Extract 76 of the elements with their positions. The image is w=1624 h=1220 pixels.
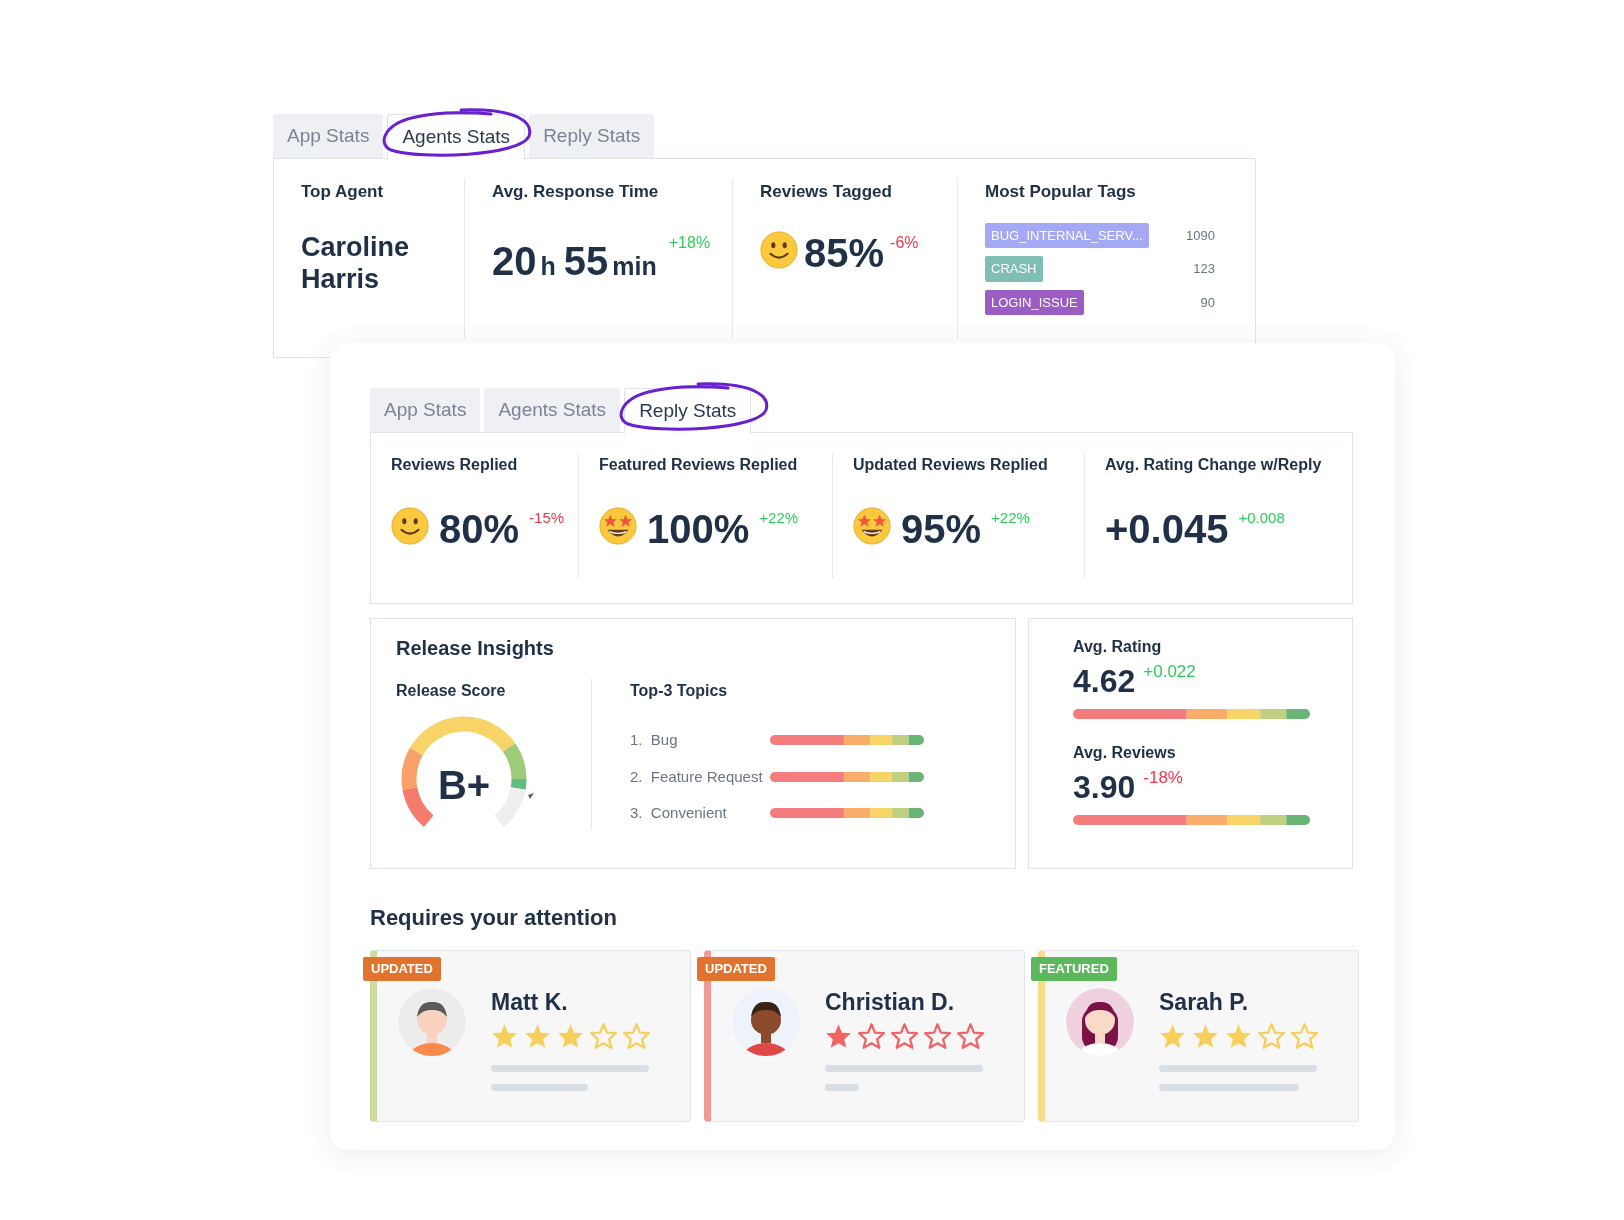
- filled-star-icon: [1159, 1023, 1186, 1049]
- stat-label: Most Popular Tags: [985, 181, 1137, 203]
- change-value: +0.022: [1143, 661, 1196, 683]
- tab[interactable]: Agents Stats: [484, 388, 621, 432]
- reviewer-name: Christian D.: [825, 988, 956, 1017]
- status-label: UPDATED: [697, 957, 775, 981]
- change-value: -6%: [890, 232, 919, 253]
- empty-star-icon: [590, 1023, 617, 1049]
- tag: CRASH: [985, 256, 1043, 282]
- empty-star-icon: [957, 1023, 984, 1049]
- stat-label: Reviews Tagged: [760, 181, 893, 203]
- filled-star-icon: [491, 1023, 518, 1049]
- section-label: Top-3 Topics: [630, 681, 729, 701]
- smiley-icon: [760, 230, 798, 269]
- tab[interactable]: App Stats: [273, 114, 384, 158]
- status-label: UPDATED: [363, 957, 441, 981]
- filled-star-icon: [1192, 1023, 1219, 1049]
- tag-count: 90: [1200, 293, 1215, 312]
- panel-title: Release Insights: [396, 636, 555, 661]
- stat-label: Avg. Rating: [1073, 637, 1163, 657]
- topic-label: 1. Bug: [630, 730, 679, 750]
- change-value: +22%: [991, 508, 1030, 528]
- tag-count: 123: [1193, 260, 1215, 278]
- change-value: +0.008: [1238, 508, 1285, 528]
- stat-value: 95%: [901, 507, 982, 551]
- tab[interactable]: Reply Stats: [529, 114, 655, 158]
- empty-star-icon: [858, 1023, 885, 1049]
- empty-star-icon: [623, 1023, 650, 1049]
- status-label: FEATURED: [1031, 957, 1117, 981]
- tag: LOGIN_ISSUE: [985, 289, 1084, 315]
- star-eyes-emoji-icon: [853, 507, 891, 545]
- change-value: +18%: [668, 232, 711, 253]
- tag-count: 1090: [1186, 226, 1215, 245]
- section-label: Release Score: [396, 681, 507, 701]
- reviewer-name: Sarah P.: [1159, 988, 1250, 1017]
- change-value: -15%: [529, 508, 565, 528]
- stat-label: Updated Reviews Replied: [853, 455, 1049, 475]
- stat-value: 100%: [647, 507, 750, 551]
- section-title: Requires your attention: [370, 904, 618, 932]
- avatar-icon: [1065, 987, 1135, 1057]
- smiley-icon: [391, 507, 429, 545]
- time-value: 20: [492, 237, 537, 285]
- stat-value: 3.90: [1073, 768, 1136, 807]
- agent-name: Caroline Harris: [301, 230, 411, 295]
- tab[interactable]: App Stats: [370, 388, 481, 432]
- empty-star-icon: [1291, 1023, 1318, 1049]
- empty-star-icon: [1258, 1023, 1285, 1049]
- empty-star-icon: [891, 1023, 918, 1049]
- topic-label: 2. Feature Request: [630, 766, 764, 787]
- tag: BUG_INTERNAL_SERV...: [985, 222, 1149, 248]
- time-value: 55: [563, 237, 609, 285]
- time-unit: h: [540, 250, 556, 282]
- stat-label: Featured Reviews Replied: [599, 455, 799, 475]
- empty-star-icon: [924, 1023, 951, 1049]
- release-grade: B+: [436, 762, 492, 809]
- change-value: -18%: [1143, 767, 1183, 789]
- change-value: +22%: [759, 508, 799, 528]
- stat-label: Top Agent: [301, 181, 385, 203]
- avatar-icon: [397, 987, 467, 1057]
- topic-label: 3. Convenient: [630, 803, 728, 823]
- filled-star-icon: [557, 1023, 584, 1049]
- filled-star-icon: [825, 1023, 852, 1049]
- stat-value: +0.045: [1105, 507, 1229, 551]
- stat-value: 80%: [439, 507, 520, 551]
- filled-star-icon: [1225, 1023, 1252, 1049]
- stat-value: 85%: [804, 230, 885, 275]
- star-eyes-emoji-icon: [599, 507, 637, 545]
- stat-label: Avg. Response Time: [492, 181, 660, 203]
- reviewer-name: Matt K.: [491, 988, 569, 1017]
- time-unit: min: [612, 250, 657, 282]
- avatar-icon: [731, 987, 801, 1057]
- stat-label: Avg. Rating Change w/Reply: [1105, 455, 1323, 475]
- stat-label: Avg. Reviews: [1073, 743, 1177, 763]
- filled-star-icon: [524, 1023, 551, 1049]
- stat-label: Reviews Replied: [391, 455, 519, 475]
- stat-value: 4.62: [1073, 662, 1136, 701]
